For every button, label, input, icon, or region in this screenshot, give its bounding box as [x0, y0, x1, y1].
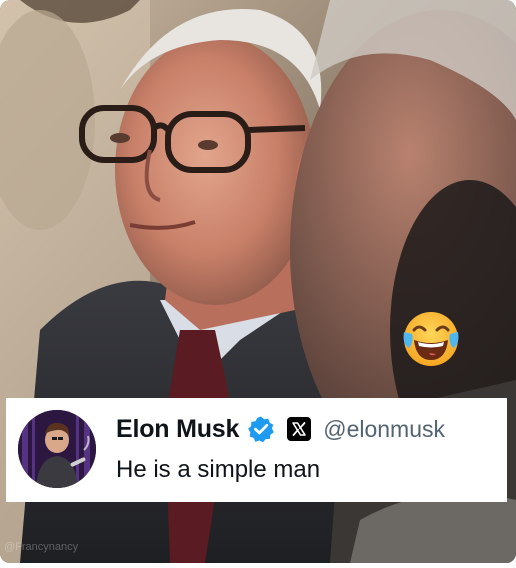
- display-name[interactable]: Elon Musk: [116, 415, 239, 444]
- post-header: Elon Musk @elonmusk: [116, 412, 445, 446]
- meme-frame: @Francynancy Elon Musk @elonmusk He is a…: [0, 0, 516, 568]
- post-text: He is a simple man: [116, 456, 321, 483]
- avatar[interactable]: [18, 410, 96, 488]
- verified-badge-icon: [248, 416, 275, 443]
- post-card[interactable]: Elon Musk @elonmusk He is a simple man: [6, 398, 507, 502]
- face-with-tears-of-joy-icon: [403, 312, 459, 366]
- watermark: @Francynancy: [4, 541, 79, 553]
- user-handle[interactable]: @elonmusk: [323, 416, 445, 443]
- x-logo-icon: [287, 417, 312, 441]
